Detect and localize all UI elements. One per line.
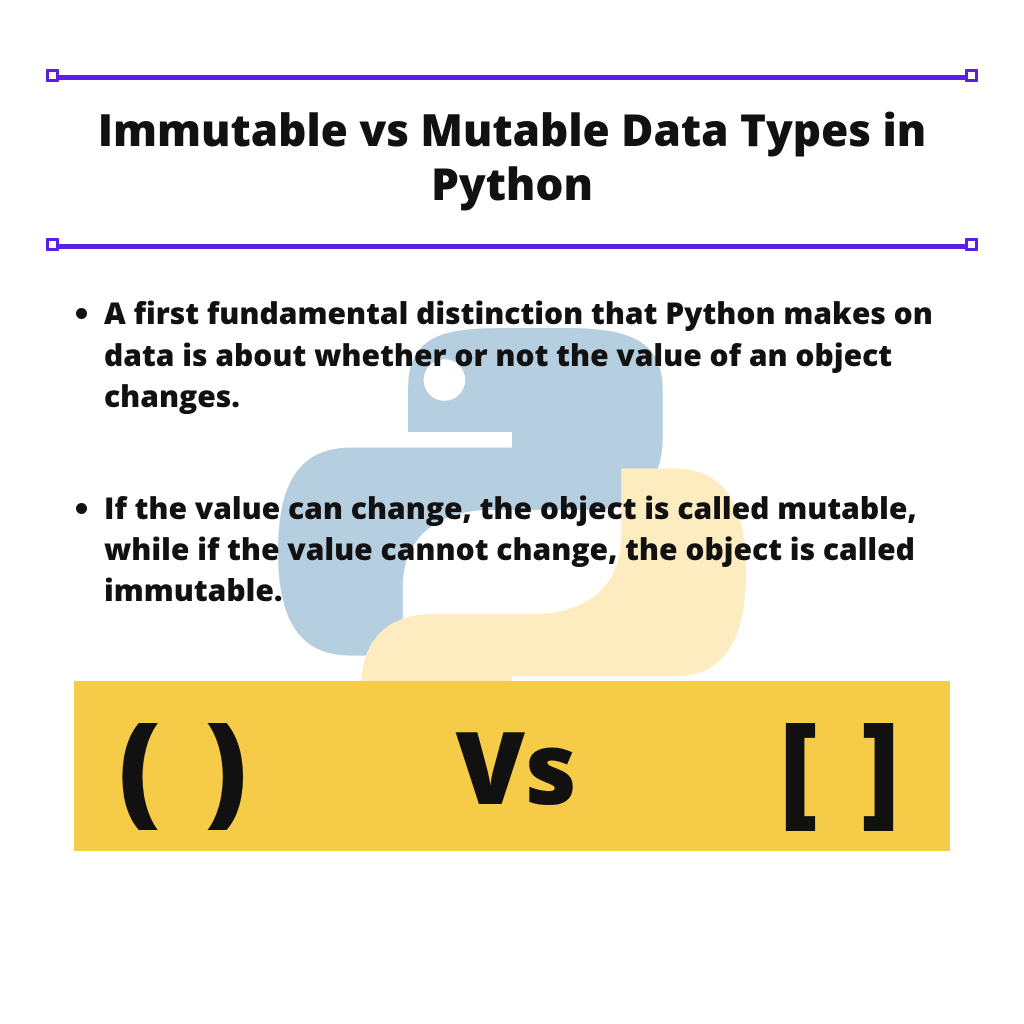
bullet-item-1: A first fundamental distinction that Pyt… bbox=[104, 292, 966, 416]
slide-title: Immutable vs Mutable Data Types in Pytho… bbox=[46, 97, 978, 214]
divider-top bbox=[46, 69, 978, 83]
divider-bottom bbox=[46, 238, 978, 252]
bullet-list: A first fundamental distinction that Pyt… bbox=[58, 292, 966, 610]
divider-handle-right bbox=[965, 238, 978, 251]
tuple-symbol: ( ) bbox=[118, 706, 253, 826]
content-area: A first fundamental distinction that Pyt… bbox=[46, 292, 978, 850]
slide: Immutable vs Mutable Data Types in Pytho… bbox=[0, 0, 1024, 1024]
divider-handle-left bbox=[46, 238, 59, 251]
comparison-card: ( ) Vs [ ] bbox=[74, 681, 950, 851]
list-symbol: [ ] bbox=[779, 706, 906, 826]
vs-label: Vs bbox=[456, 716, 577, 816]
bullet-item-2: If the value can change, the object is c… bbox=[104, 487, 966, 611]
divider-handle-left bbox=[46, 69, 59, 82]
divider-handle-right bbox=[965, 69, 978, 82]
divider-line bbox=[52, 244, 972, 249]
divider-line bbox=[52, 75, 972, 80]
